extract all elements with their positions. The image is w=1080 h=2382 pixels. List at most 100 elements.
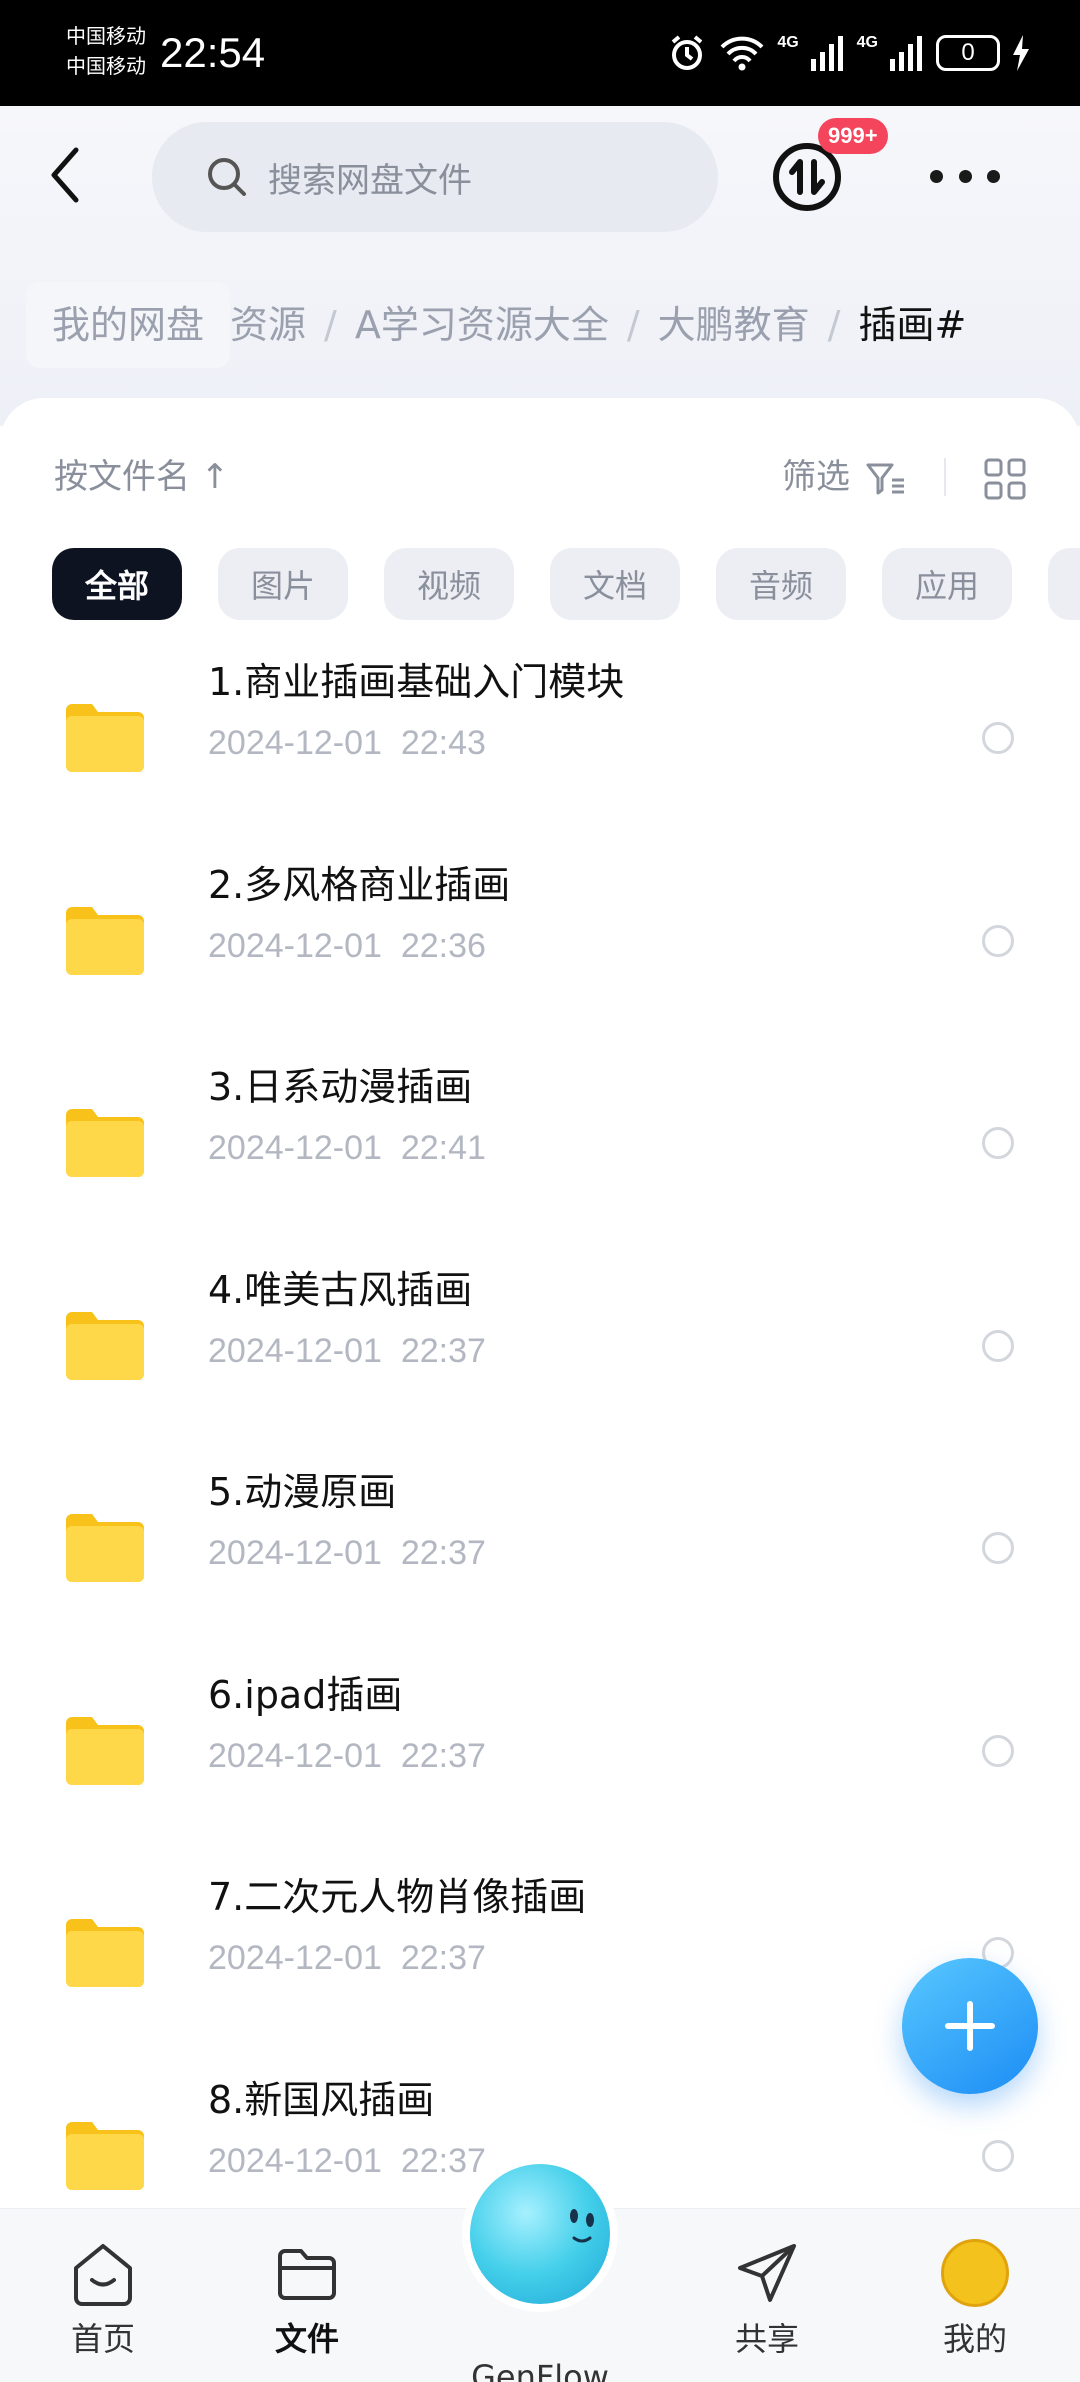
select-radio[interactable] (982, 1532, 1014, 1564)
file-date: 2024-12-01 22:37 (208, 1528, 486, 1578)
chip-docs[interactable]: 文档 (550, 548, 680, 620)
more-dot-icon (930, 169, 943, 183)
breadcrumb-separator: / (626, 303, 640, 347)
file-date: 2024-12-01 22:37 (208, 1731, 486, 1781)
back-button[interactable] (40, 140, 90, 210)
genflow-mascot-icon (570, 2209, 594, 2243)
signal-icon (890, 36, 922, 71)
file-name: 7.二次元人物肖像插画 (208, 1875, 587, 1919)
folder-icon (66, 906, 144, 975)
list-item[interactable]: 5.动漫原画 2024-12-01 22:37 (0, 1470, 1080, 1710)
list-item[interactable]: 3.日系动漫插画 2024-12-01 22:41 (0, 1065, 1080, 1305)
file-date-time: 22:37 (400, 1736, 486, 1775)
breadcrumb-separator: / (324, 303, 337, 347)
chip-videos[interactable]: 视频 (384, 548, 514, 620)
tab-label: 首页 (70, 2320, 135, 2358)
status-bar: 中国移动 中国移动 22:54 4G 4G 0 (0, 0, 1080, 106)
folder-icon (66, 704, 144, 772)
file-name: 6.ipad插画 (208, 1672, 403, 1717)
notification-badge: 999+ (818, 118, 888, 154)
select-radio[interactable] (982, 722, 1014, 754)
folder-icon (66, 1716, 144, 1785)
file-date-day: 2024-12-01 (208, 1534, 382, 1572)
file-name: 2.多风格商业插画 (208, 862, 511, 907)
alarm-icon (672, 35, 703, 70)
file-date: 2024-12-01 22:43 (208, 718, 486, 768)
file-date-time: 22:36 (400, 926, 486, 965)
tab-share[interactable]: 共享 (692, 2238, 842, 2360)
file-date-day: 2024-12-01 (208, 1129, 382, 1167)
folder-icon (66, 2121, 144, 2190)
chip-audio[interactable]: 音频 (716, 548, 846, 620)
battery-level: 0 (961, 39, 975, 66)
network-type-label: 4G (777, 34, 799, 51)
file-date-time: 22:37 (400, 1939, 486, 1977)
file-date-day: 2024-12-01 (208, 1331, 382, 1370)
toolbar-divider (944, 458, 946, 496)
plus-icon (945, 2001, 995, 2051)
file-date-day: 2024-12-01 (208, 1736, 382, 1775)
tab-files[interactable]: 文件 (232, 2238, 382, 2360)
add-button[interactable] (902, 1958, 1038, 2094)
tab-home[interactable]: 首页 (28, 2238, 178, 2360)
genflow-button[interactable] (470, 2164, 610, 2304)
file-date-day: 2024-12-01 (208, 724, 382, 762)
filter-icon[interactable] (866, 462, 906, 496)
search-input[interactable]: 搜索网盘文件 (152, 122, 718, 232)
list-item[interactable]: 1.商业插画基础入门模块 2024-12-01 22:43 (0, 660, 1080, 900)
file-date-time: 22:43 (400, 724, 486, 762)
folder-icon (278, 2249, 336, 2300)
breadcrumb-item[interactable]: 资源 (230, 303, 306, 347)
select-radio[interactable] (982, 1127, 1014, 1159)
breadcrumb-separator: / (827, 303, 841, 347)
breadcrumb-current: 插画# (858, 303, 967, 347)
file-date: 2024-12-01 22:37 (208, 1933, 486, 1983)
file-date: 2024-12-01 22:37 (208, 2136, 486, 2186)
tab-label: 共享 (734, 2320, 799, 2358)
file-name: 1.商业插画基础入门模块 (208, 660, 625, 704)
chip-images[interactable]: 图片 (218, 548, 348, 620)
grid-view-icon[interactable] (984, 458, 1026, 500)
carrier-label: 中国移动 (66, 54, 146, 78)
chip-apps[interactable]: 应用 (882, 548, 1012, 620)
file-date-day: 2024-12-01 (208, 1939, 382, 1977)
avatar-image (941, 2239, 1009, 2307)
search-icon (208, 158, 246, 196)
tab-label: 文件 (274, 2320, 339, 2358)
more-button[interactable] (930, 156, 1000, 196)
select-radio[interactable] (982, 1329, 1014, 1362)
filter-chips: 全部 图片 视频 文档 音频 应用 (52, 548, 1080, 622)
select-radio[interactable] (982, 2139, 1014, 2172)
file-date-time: 22:37 (400, 1331, 486, 1370)
wifi-icon (720, 36, 764, 71)
breadcrumb-root[interactable]: 我的网盘 (26, 282, 231, 368)
chevron-left-icon (51, 147, 79, 203)
folder-icon (66, 1109, 144, 1177)
filter-button[interactable]: 筛选 (782, 452, 850, 502)
breadcrumb-item[interactable]: 大鹏教育 (658, 303, 810, 347)
file-name: 5.动漫原画 (208, 1470, 397, 1514)
breadcrumb-item[interactable]: A学习资源大全 (355, 303, 609, 347)
file-date-day: 2024-12-01 (208, 2141, 382, 2180)
tab-label[interactable]: GenFlow (430, 2358, 650, 2382)
sort-button[interactable]: 按文件名 ↑ (54, 452, 229, 502)
battery-indicator: 0 (936, 35, 1000, 71)
folder-icon (66, 1919, 144, 1987)
tab-mine[interactable]: 我的 (900, 2238, 1050, 2360)
list-item[interactable]: 2.多风格商业插画 2024-12-01 22:36 (0, 863, 1080, 1103)
file-date-time: 22:37 (400, 1534, 486, 1572)
chip-more[interactable] (1048, 548, 1080, 620)
breadcrumb: 我的网盘 资源 / A学习资源大全 / 大鹏教育 / 插画# (26, 282, 1080, 368)
select-radio[interactable] (982, 1734, 1014, 1767)
file-date: 2024-12-01 22:41 (208, 1123, 486, 1173)
signal-icon (810, 36, 843, 71)
chip-all[interactable]: 全部 (52, 548, 182, 620)
network-type-label: 4G (856, 34, 878, 51)
file-date-time: 22:41 (400, 1129, 486, 1167)
folder-icon (66, 1514, 144, 1582)
charging-icon (1013, 35, 1029, 71)
status-time: 22:54 (160, 29, 266, 76)
status-icons: 4G 4G 0 (667, 30, 1030, 76)
select-radio[interactable] (982, 924, 1014, 957)
list-item[interactable]: 4.唯美古风插画 2024-12-01 22:37 (0, 1268, 1080, 1508)
